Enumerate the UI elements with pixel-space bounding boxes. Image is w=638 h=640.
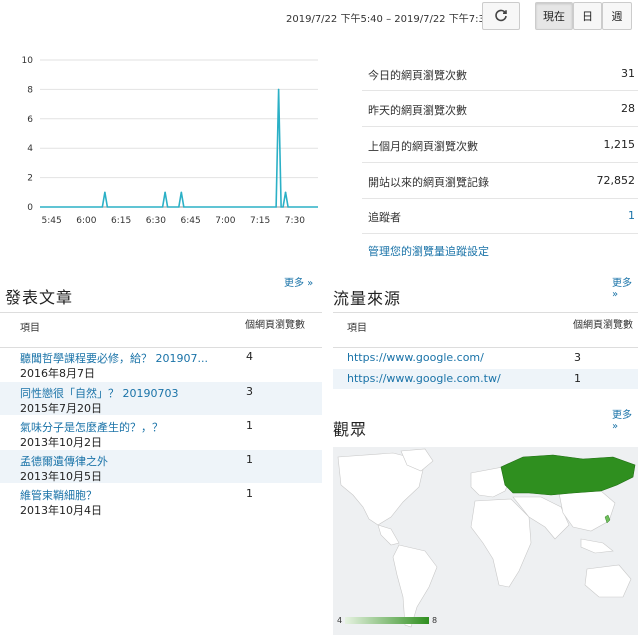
- posts-more-link[interactable]: 更多 »: [284, 274, 313, 289]
- x-tick-label: 7:00: [215, 216, 235, 226]
- y-tick-label: 10: [22, 56, 34, 66]
- table-row: 聽聞哲學課程要必修，給？ 201907... 2016年8月7日 4: [0, 348, 322, 381]
- post-link[interactable]: 維管束鞘細胞？: [20, 487, 97, 503]
- post-views: 1: [246, 487, 253, 500]
- post-date: 2013年10月4日: [20, 504, 102, 517]
- table-row: 維管束鞘細胞？ 2013年10月4日 1: [0, 484, 322, 517]
- x-tick-label: 6:30: [146, 216, 166, 226]
- col-item: 項目: [347, 323, 367, 334]
- continent-australia: [584, 564, 632, 598]
- legend-max: 8: [432, 616, 438, 625]
- post-date: 2013年10月5日: [20, 470, 102, 483]
- table-row: 氣味分子是怎麼產生的？，？ 2013年10月2日 1: [0, 416, 322, 449]
- table-row: 孟德爾遺傳律之外 2013年10月5日 1: [0, 450, 322, 483]
- stat-label-all-time: 開站以來的網頁瀏覽記錄: [368, 176, 489, 189]
- table-row: https://www.google.com.tw/ 1: [333, 369, 638, 389]
- col-views: 個網頁瀏覽數: [245, 320, 305, 331]
- traffic-views: 3: [574, 351, 581, 364]
- traffic-title: 流量來源: [333, 289, 402, 308]
- divider: [362, 233, 638, 234]
- traffic-source-link[interactable]: https://www.google.com.tw/: [347, 372, 501, 385]
- continent-central-america: [377, 524, 400, 546]
- x-tick-label: 5:45: [41, 216, 61, 226]
- post-link[interactable]: 孟德爾遺傳律之外: [20, 453, 108, 469]
- continent-south-america: [392, 544, 438, 628]
- table-header: 項目 個網頁瀏覽數: [0, 312, 322, 348]
- x-tick-label: 6:15: [111, 216, 131, 226]
- table-row: 同性戀很「自然」？ 20190703 2015年7月20日 3: [0, 382, 322, 415]
- refresh-icon: [495, 9, 507, 22]
- divider: [362, 126, 638, 127]
- legend-gradient: [345, 617, 429, 624]
- data-point: [180, 191, 183, 194]
- y-tick-label: 0: [27, 203, 33, 213]
- stat-label-last-month: 上個月的網頁瀏覽次數: [368, 140, 478, 153]
- divider: [362, 90, 638, 91]
- traffic-table: 項目 個網頁瀏覽數 https://www.google.com/ 3 http…: [333, 312, 638, 392]
- region-southeast-asia: [580, 538, 614, 554]
- pageviews-chart: 0 2 4 6 8 10 5:45 6:00 6:15 6:30 6:45 7:00 7:15 7:30: [22, 56, 318, 226]
- y-tick-label: 2: [27, 174, 33, 184]
- posts-title: 發表文章: [5, 288, 74, 307]
- divider: [362, 198, 638, 199]
- stat-value-followers[interactable]: 1: [628, 209, 635, 222]
- divider: [362, 162, 638, 163]
- post-link[interactable]: 氣味分子是怎麼產生的？，？: [20, 419, 163, 435]
- world-map: [337, 448, 636, 628]
- now-button[interactable]: 現在: [535, 2, 573, 30]
- data-point: [277, 88, 280, 91]
- y-tick-label: 6: [27, 115, 33, 125]
- table-row: https://www.google.com/ 3: [333, 348, 638, 368]
- y-tick-label: 4: [27, 144, 33, 154]
- post-views: 3: [246, 385, 253, 398]
- data-point: [284, 191, 287, 194]
- stat-label-today: 今日的網頁瀏覽次數: [368, 69, 467, 82]
- col-views: 個網頁瀏覽數: [573, 320, 633, 331]
- country-russia-highlighted: [500, 454, 636, 496]
- traffic-source-link[interactable]: https://www.google.com/: [347, 351, 484, 364]
- stat-label-yesterday: 昨天的網頁瀏覽次數: [368, 104, 467, 117]
- legend-min: 4: [337, 616, 343, 625]
- traffic-views: 1: [574, 372, 581, 385]
- week-button[interactable]: 週: [602, 2, 632, 30]
- stat-value-all-time: 72,852: [596, 174, 636, 187]
- stat-value-today: 31: [621, 67, 635, 80]
- post-views: 1: [246, 419, 253, 432]
- table-header: 項目 個網頁瀏覽數: [333, 312, 638, 348]
- x-tick-label: 6:45: [180, 216, 200, 226]
- manage-tracking-link[interactable]: 管理您的瀏覽量追蹤設定: [368, 243, 489, 259]
- post-date: 2016年8月7日: [20, 367, 95, 380]
- x-tick-label: 7:15: [250, 216, 270, 226]
- post-views: 1: [246, 453, 253, 466]
- x-tick-label: 7:30: [285, 216, 305, 226]
- post-date: 2015年7月20日: [20, 402, 102, 415]
- post-link[interactable]: 聽聞哲學課程要必修，給？ 201907...: [20, 350, 208, 366]
- refresh-button[interactable]: [482, 2, 520, 30]
- traffic-more-link[interactable]: 更多 »: [612, 274, 638, 300]
- data-point: [104, 191, 106, 194]
- day-button[interactable]: 日: [573, 2, 602, 30]
- data-point: [164, 191, 166, 194]
- post-link[interactable]: 同性戀很「自然」？ 20190703: [20, 385, 178, 401]
- audience-more-link[interactable]: 更多 »: [612, 406, 638, 432]
- stat-value-yesterday: 28: [621, 102, 635, 115]
- audience-map: 4 8: [333, 447, 638, 635]
- post-views: 4: [246, 350, 253, 363]
- posts-table: 項目 個網頁瀏覽數 聽聞哲學課程要必修，給？ 201907... 2016年8月…: [0, 312, 322, 522]
- stat-label-followers: 追蹤者: [368, 211, 401, 224]
- x-tick-label: 6:00: [76, 216, 96, 226]
- audience-title: 觀眾: [333, 420, 368, 439]
- continent-africa: [470, 498, 532, 588]
- col-item: 項目: [20, 323, 40, 334]
- post-date: 2013年10月2日: [20, 436, 102, 449]
- stat-value-last-month: 1,215: [603, 138, 636, 151]
- date-range: 2019/7/22 下午5:40 – 2019/7/22 下午7:39: [286, 14, 492, 25]
- y-tick-label: 8: [27, 85, 33, 95]
